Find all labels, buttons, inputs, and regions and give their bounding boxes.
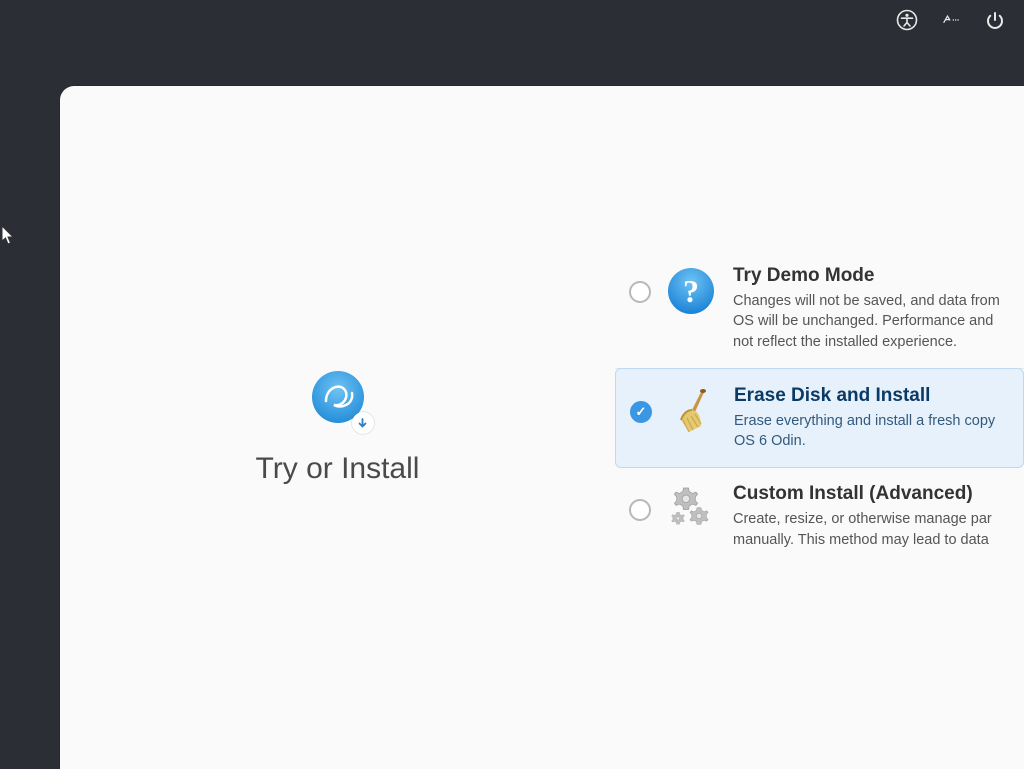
option-try-demo[interactable]: ? Try Demo Mode Changes will not be save… — [615, 249, 1024, 369]
option-title: Custom Install (Advanced) — [733, 483, 1010, 505]
installer-options: ? Try Demo Mode Changes will not be save… — [615, 86, 1024, 769]
installer-logo — [310, 369, 366, 430]
keyboard-layout-icon[interactable] — [940, 9, 962, 31]
radio-custom-install[interactable] — [629, 499, 651, 521]
radio-erase-disk[interactable] — [630, 401, 652, 423]
option-desc: Erase everything and install a fresh cop… — [734, 411, 1009, 452]
radio-try-demo[interactable] — [629, 281, 651, 303]
mouse-cursor-icon — [1, 225, 17, 247]
question-icon: ? — [665, 265, 717, 317]
installer-title: Try or Install — [256, 452, 420, 486]
option-title: Try Demo Mode — [733, 265, 1010, 287]
option-custom-install[interactable]: Custom Install (Advanced) Create, resize… — [615, 467, 1024, 566]
svg-text:?: ? — [683, 273, 699, 309]
system-topbar — [0, 0, 1024, 40]
gears-icon — [665, 483, 717, 535]
option-desc: Changes will not be saved, and data from… — [733, 291, 1010, 352]
download-badge-icon — [352, 412, 374, 434]
option-title: Erase Disk and Install — [734, 385, 1009, 407]
accessibility-icon[interactable] — [896, 9, 918, 31]
option-erase-disk[interactable]: Erase Disk and Install Erase everything … — [615, 368, 1024, 469]
power-icon[interactable] — [984, 9, 1006, 31]
installer-left-pane: Try or Install — [60, 86, 615, 769]
broom-icon — [666, 385, 718, 437]
installer-window: Try or Install ? Try Demo Mod — [60, 86, 1024, 769]
option-desc: Create, resize, or otherwise manage par … — [733, 509, 1010, 550]
